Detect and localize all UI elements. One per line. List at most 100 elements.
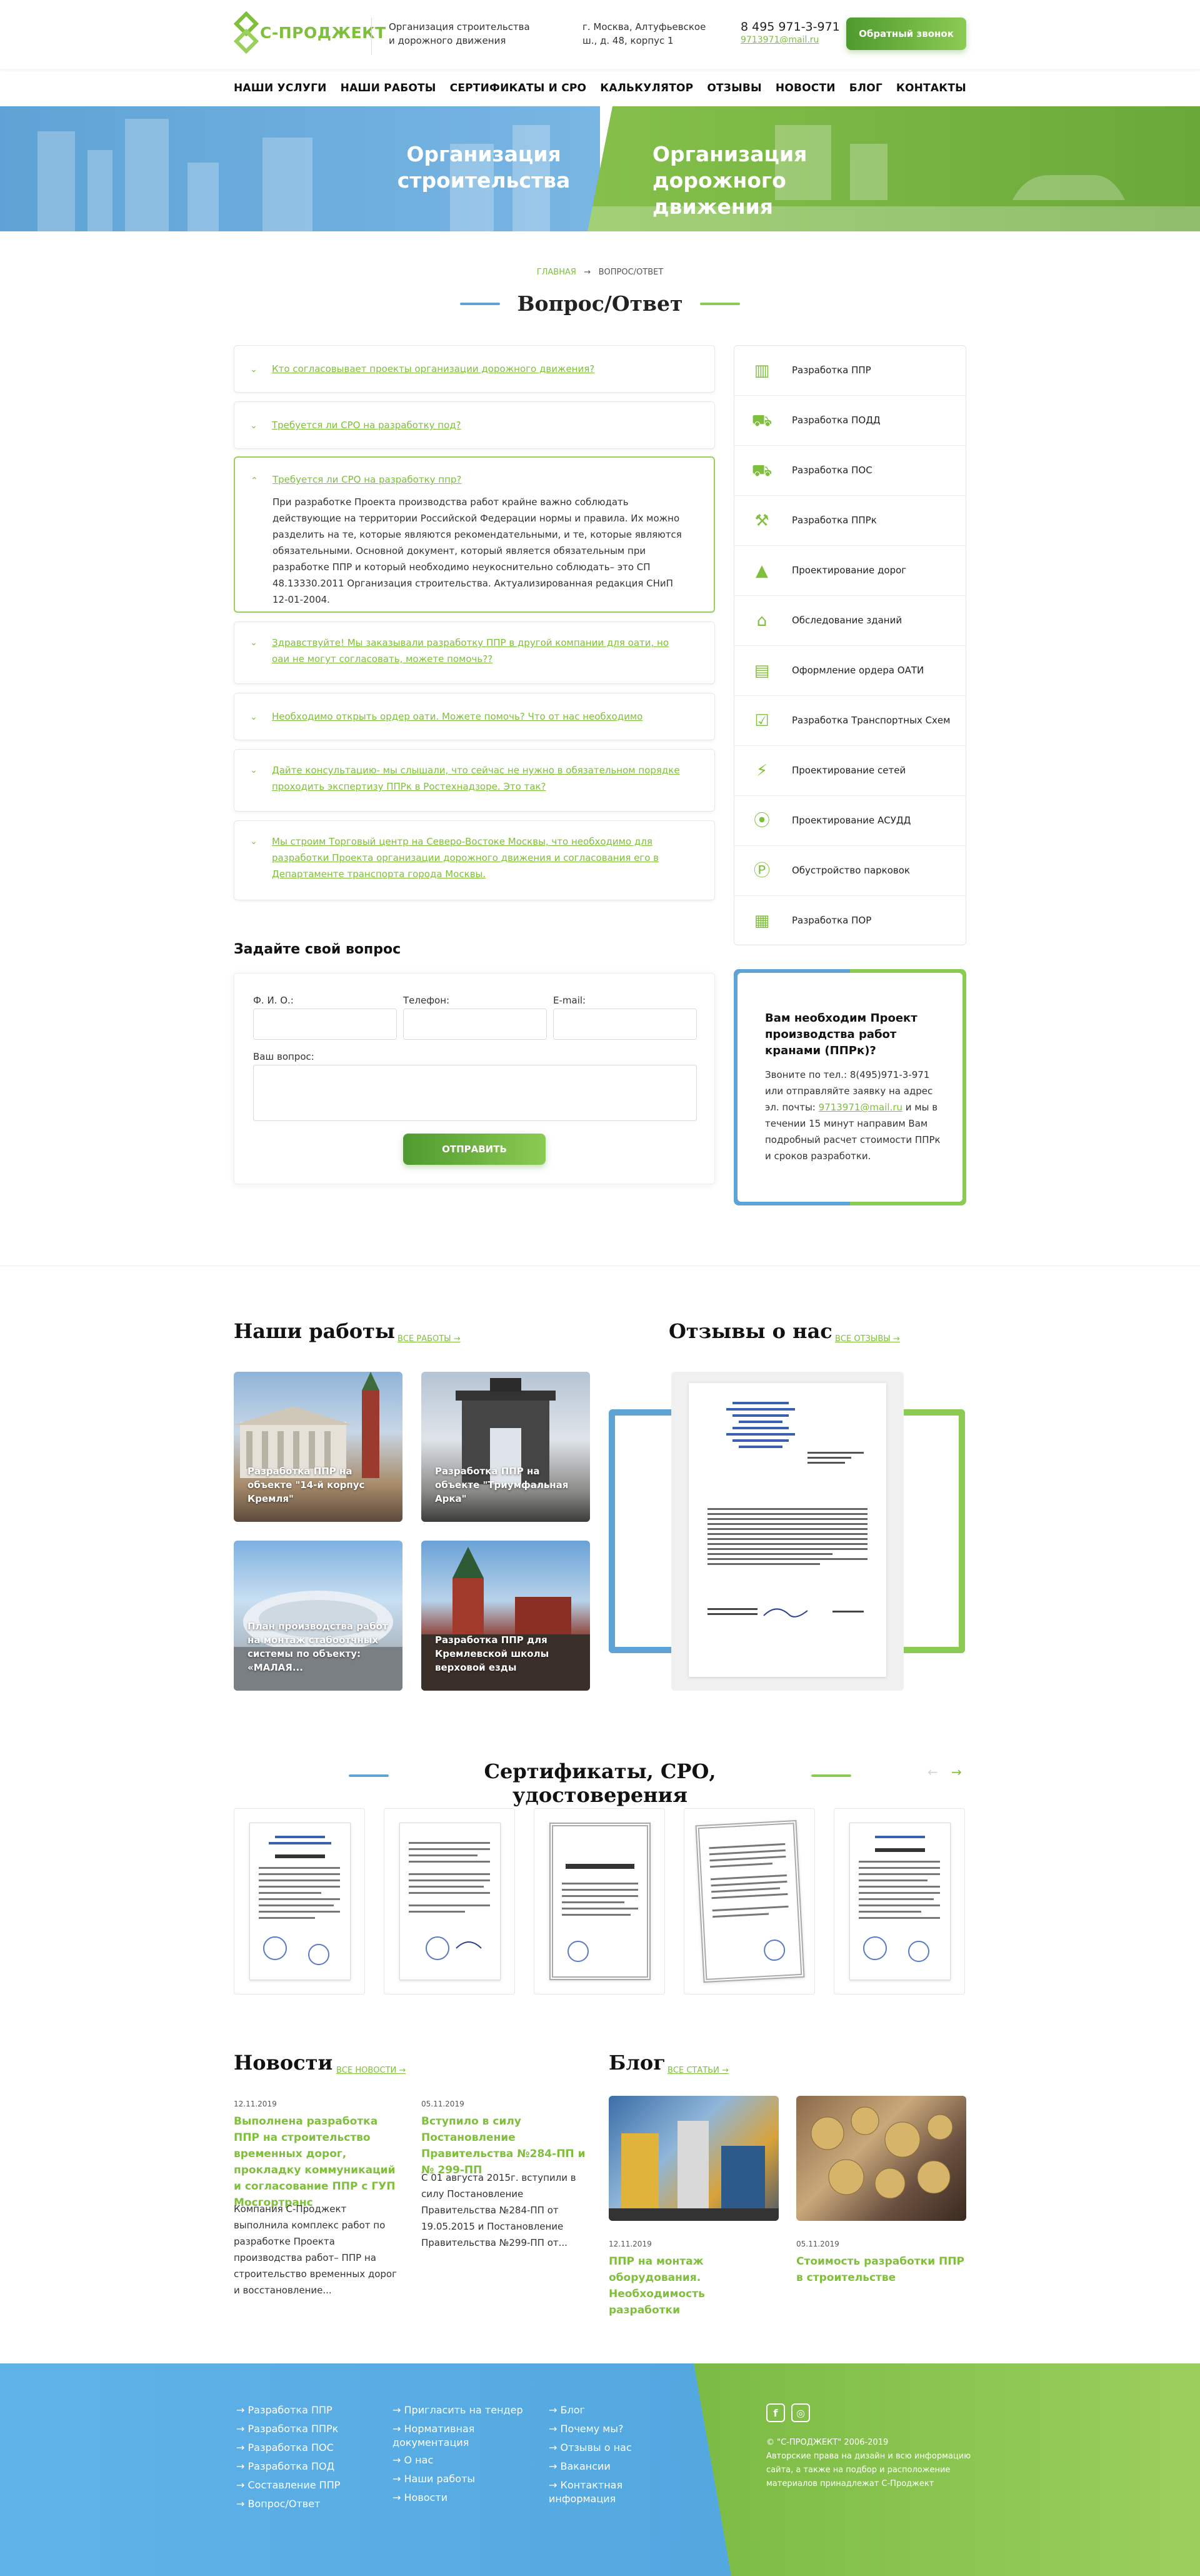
footer-link-label[interactable]: О нас [404,2454,434,2466]
blog-title-link[interactable]: ППР на монтаж оборудования. Необходимост… [609,2253,779,2318]
footer-link[interactable]: → Новости [392,2491,448,2505]
nav-news[interactable]: НОВОСТИ [776,82,836,94]
faq-item[interactable]: ⌄ Необходимо открыть ордер оати. Можете … [234,693,715,740]
footer-link-label[interactable]: Составление ППР [248,2479,341,2491]
blog-image-coins[interactable] [796,2096,966,2221]
work-caption[interactable]: План производства работ на монтаж стабоо… [248,1619,391,1674]
footer-link-label[interactable]: Новости [404,2492,448,2503]
faq-item[interactable]: ⌄ Дайте консультацию- мы слышали, что се… [234,749,715,812]
footer-link[interactable]: → Разработка ПОД [236,2460,334,2473]
nav-certs[interactable]: СЕРТИФИКАТЫ И СРО [450,82,587,94]
next-arrow-icon[interactable]: → [951,1764,962,1779]
logo-icon[interactable] [234,11,259,54]
facebook-icon[interactable]: f [766,2403,785,2422]
footer-link[interactable]: → Разработка ПОС [236,2441,334,2455]
question-textarea[interactable] [253,1065,697,1121]
footer-link[interactable]: → Разработка ППРк [236,2422,338,2436]
faq-item[interactable]: ⌄ Кто согласовывает проекты организации … [234,345,715,393]
all-blog-label[interactable]: ВСЕ СТАТЬИ [668,2066,719,2075]
certificate-image[interactable] [249,1823,351,1980]
footer-link[interactable]: → Блог [549,2403,585,2417]
faq-item[interactable]: ⌄ Требуется ли СРО на разработку под? [234,401,715,449]
footer-link[interactable]: → Вакансии [549,2460,611,2473]
nav-calculator[interactable]: КАЛЬКУЛЯТОР [600,82,693,94]
instagram-icon[interactable]: ◎ [791,2403,810,2422]
footer-link[interactable]: → Контактная информация [549,2478,642,2506]
blog-image-equipment[interactable] [609,2096,779,2221]
news-title-link[interactable]: Выполнена разработка ППР на строительств… [234,2113,402,2211]
certificate-image[interactable] [549,1823,651,1980]
submit-button[interactable]: ОТПРАВИТЬ [403,1134,546,1165]
prev-arrow-icon[interactable]: ← [928,1764,938,1779]
all-works-label[interactable]: ВСЕ РАБОТЫ [398,1334,451,1344]
certificate-card[interactable] [534,1808,665,1995]
faq-item[interactable]: ⌄ Здравствуйте! Мы заказывали разработку… [234,621,715,684]
faq-item[interactable]: ⌄ Мы строим Торговый центр на Северо-Вос… [234,820,715,900]
service-item[interactable]: ▲ Проектирование дорог [734,546,966,596]
service-label[interactable]: Проектирование АСУДД [792,815,911,826]
faq-question[interactable]: Требуется ли СРО на разработку ппр? [272,471,685,488]
certificate-image[interactable] [399,1823,501,1980]
service-item[interactable]: Ⓟ Обустройство парковок [734,846,966,896]
service-item[interactable]: ⌂ Обследование зданий [734,596,966,646]
email-link[interactable]: 9713971@mail.ru [741,35,819,45]
work-caption[interactable]: Разработка ППР для Кремлевской школы вер… [435,1633,579,1674]
work-card[interactable]: План производства работ на монтаж стабоо… [234,1541,402,1691]
faq-question[interactable]: Кто согласовывает проекты организации до… [272,361,684,377]
banner-right-title[interactable]: Организация дорожного движения [652,141,840,220]
service-item[interactable]: ⚡ Проектирование сетей [734,746,966,796]
footer-link-label[interactable]: Нормативная документация [392,2423,474,2448]
all-reviews-label[interactable]: ВСЕ ОТЗЫВЫ [835,1334,891,1344]
breadcrumb-home[interactable]: ГЛАВНАЯ [537,268,576,277]
faq-question[interactable]: Необходимо открыть ордер оати. Можете по… [272,708,684,725]
footer-link[interactable]: → Почему мы? [549,2422,623,2436]
service-item[interactable]: ▦ Разработка ПОР [734,896,966,946]
all-news-label[interactable]: ВСЕ НОВОСТИ [336,2066,396,2075]
work-card[interactable]: Разработка ППР на объекте "14-й корпус К… [234,1372,402,1522]
service-label[interactable]: Проектирование дорог [792,565,906,576]
work-card[interactable]: Разработка ППР на объекте "Триумфальная … [421,1372,590,1522]
footer-link[interactable]: → Отзывы о нас [549,2441,632,2455]
footer-link-label[interactable]: Наши работы [404,2473,476,2485]
all-reviews-link[interactable]: ВСЕ ОТЗЫВЫ → [835,1334,900,1344]
footer-link-label[interactable]: Пригласить на тендер [404,2404,523,2416]
all-news-link[interactable]: ВСЕ НОВОСТИ → [336,2066,406,2075]
email-input[interactable] [553,1009,697,1040]
work-caption[interactable]: Разработка ППР на объекте "14-й корпус К… [248,1464,391,1506]
service-label[interactable]: Оформление ордера ОАТИ [792,665,924,676]
blog-title-link[interactable]: Стоимость разработки ППР в строительстве [796,2253,966,2286]
service-label[interactable]: Разработка ППРк [792,515,877,526]
phone-input[interactable] [403,1009,547,1040]
all-blog-link[interactable]: ВСЕ СТАТЬИ → [668,2066,729,2075]
footer-link-label[interactable]: Вакансии [561,2460,611,2472]
certificate-image[interactable] [695,1819,805,1983]
faq-question[interactable]: Мы строим Торговый центр на Северо-Восто… [272,833,684,882]
nav-works[interactable]: НАШИ РАБОТЫ [341,82,436,94]
promo-email-link[interactable]: 9713971@mail.ru [819,1102,902,1113]
footer-link[interactable]: → О нас [392,2453,433,2467]
footer-link-label[interactable]: Блог [561,2404,585,2416]
service-label[interactable]: Разработка ПОДД [792,415,881,426]
footer-link[interactable]: → Вопрос/Ответ [236,2497,320,2511]
nav-reviews[interactable]: ОТЗЫВЫ [707,82,762,94]
service-item[interactable]: ⛟ Разработка ПОДД [734,396,966,446]
faq-question[interactable]: Дайте консультацию- мы слышали, что сейч… [272,762,684,795]
footer-link-label[interactable]: Разработка ППРк [248,2423,339,2435]
certificate-card[interactable] [684,1808,815,1995]
footer-link-label[interactable]: Контактная информация [549,2479,622,2505]
service-item[interactable]: ☑ Разработка Транспортных Схем [734,696,966,746]
service-label[interactable]: Обустройство парковок [792,865,910,876]
footer-link[interactable]: → Разработка ППР [236,2403,332,2417]
fio-input[interactable] [253,1009,397,1040]
news-title-link[interactable]: Вступило в силу Постановление Правительс… [421,2113,590,2178]
all-works-link[interactable]: ВСЕ РАБОТЫ → [398,1334,461,1344]
footer-link-label[interactable]: Разработка ПОС [248,2442,334,2453]
service-item[interactable]: ⦿ Проектирование АСУДД [734,796,966,846]
review-letter-image[interactable] [689,1383,886,1677]
nav-services[interactable]: НАШИ УСЛУГИ [234,82,327,94]
logo-text[interactable]: С-ПРОДЖЕКТ [260,24,386,42]
faq-question[interactable]: Требуется ли СРО на разработку под? [272,417,684,433]
work-card[interactable]: Разработка ППР для Кремлевской школы вер… [421,1541,590,1691]
service-item[interactable]: ▥ Разработка ППР [734,346,966,396]
service-label[interactable]: Разработка ППР [792,365,871,376]
